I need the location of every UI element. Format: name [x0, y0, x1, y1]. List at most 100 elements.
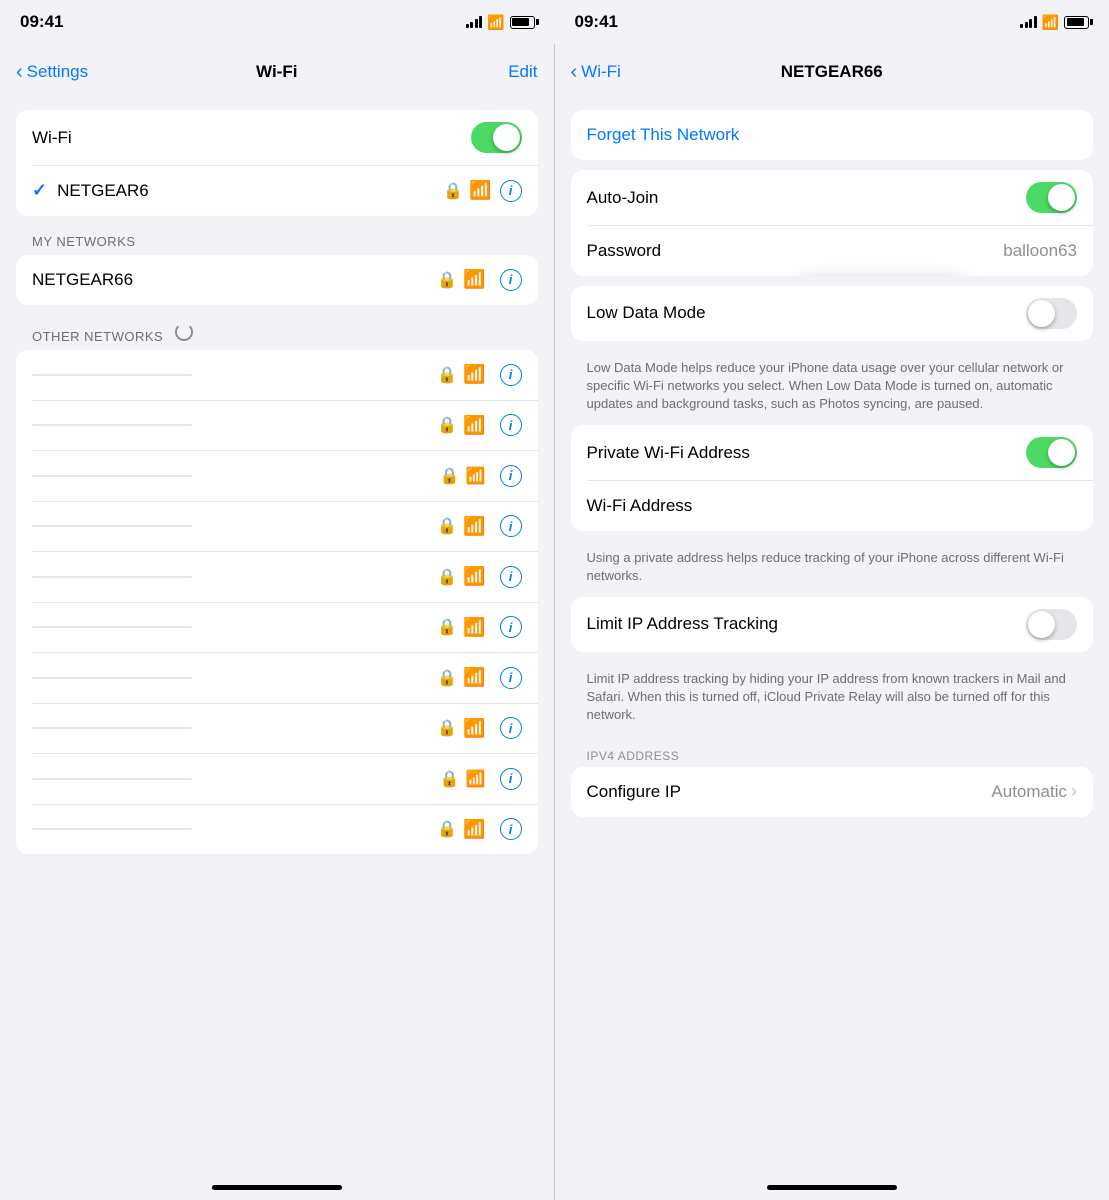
info-icon-8[interactable]: i [500, 616, 522, 638]
lock-icon-3: 🔒 [437, 365, 457, 385]
right-time: 09:41 [575, 12, 618, 32]
auto-join-card: Auto-Join Copy Speak Password balloon63 [571, 170, 1094, 276]
right-status-icons: 📶 [1020, 14, 1089, 31]
my-network-row[interactable]: NETGEAR66 🔒 📶 i [16, 255, 538, 305]
network-icons-12: 🔒 📶 i [431, 818, 521, 840]
low-data-toggle[interactable] [1026, 298, 1077, 329]
other-network-row[interactable]: 🔒 📶 i [16, 552, 538, 602]
network-icons-11: 🔒 📶 i [434, 768, 522, 790]
right-bottom-bar [555, 1175, 1109, 1200]
configure-ip-value: Automatic [991, 782, 1067, 802]
wifi-toggle[interactable] [471, 122, 522, 153]
right-status: 09:41 📶 [555, 0, 1109, 44]
bar1 [466, 24, 469, 28]
private-wifi-label: Private Wi-Fi Address [587, 443, 750, 463]
password-row[interactable]: Password balloon63 [571, 226, 1094, 276]
wifi-toggle-card: Wi-Fi ✓ NETGEAR6 🔒 📶 i [16, 110, 538, 216]
signal-bars [466, 16, 483, 28]
info-icon-10[interactable]: i [500, 717, 522, 739]
lock-icon-8: 🔒 [437, 617, 457, 637]
other-network-row[interactable]: 🔒 📶 i [16, 653, 538, 703]
info-icon-5[interactable]: i [500, 465, 522, 487]
other-network-row[interactable]: 🔒 📶 i [16, 703, 538, 753]
network-icons: 🔒 📶 i [431, 269, 521, 291]
wifi-row: Wi-Fi [16, 110, 538, 165]
configure-ip-row[interactable]: Configure IP Automatic › [571, 767, 1094, 817]
my-networks-label: MY NETWORKS [16, 226, 538, 255]
network-icons-8: 🔒 📶 i [431, 616, 521, 638]
info-icon-3[interactable]: i [500, 364, 522, 386]
info-icon-7[interactable]: i [500, 566, 522, 588]
info-icon-9[interactable]: i [500, 667, 522, 689]
other-networks-card: 🔒 📶 i 🔒 📶 i [16, 350, 538, 855]
forget-network-row[interactable]: Forget This Network [571, 110, 1094, 160]
my-network-name: NETGEAR66 [32, 270, 431, 290]
connected-network-row[interactable]: ✓ NETGEAR6 🔒 📶 i [16, 166, 538, 216]
battery-fill [512, 18, 529, 26]
wifi-icon-6: 📶 [463, 516, 485, 537]
toggle-thumb [493, 124, 520, 151]
back-chevron-icon: ‹ [16, 61, 23, 84]
auto-join-toggle[interactable] [1026, 182, 1077, 213]
settings-back-button[interactable]: ‹ Settings [16, 61, 88, 84]
panels: ‹ Settings Wi-Fi Edit Wi-Fi ✓ NETGEAR6 [0, 44, 1109, 1200]
configure-ip-card: Configure IP Automatic › [571, 767, 1094, 817]
left-status-icons: 📶 [466, 14, 535, 31]
password-label: Password [587, 241, 662, 261]
left-content: Wi-Fi ✓ NETGEAR6 🔒 📶 i MY NETWORKS [0, 100, 554, 1175]
other-network-row[interactable]: 🔒 📶 i [16, 804, 538, 854]
other-network-row[interactable]: 🔒 📶 i [16, 400, 538, 450]
battery-icon [510, 16, 535, 29]
wifi-address-description: Using a private address helps reduce tra… [571, 541, 1094, 597]
connected-network-name: NETGEAR6 [57, 181, 437, 201]
forget-network-label: Forget This Network [587, 125, 1078, 145]
info-icon[interactable]: i [500, 180, 522, 202]
low-data-label: Low Data Mode [587, 303, 706, 323]
auto-join-label: Auto-Join [587, 188, 659, 208]
info-icon-12[interactable]: i [500, 818, 522, 840]
edit-button[interactable]: Edit [508, 62, 537, 82]
other-network-row[interactable]: 🔒 📶 i [16, 350, 538, 400]
network-name-placeholder [32, 576, 192, 578]
wifi-back-button[interactable]: ‹ Wi-Fi [571, 61, 621, 84]
bar3 [1029, 19, 1032, 28]
left-bottom-bar [0, 1175, 554, 1200]
other-network-row[interactable]: 🔒 📶 i [16, 451, 538, 501]
private-wifi-thumb [1048, 439, 1075, 466]
right-battery-fill [1067, 18, 1084, 26]
forget-network-card: Forget This Network [571, 110, 1094, 160]
limit-ip-toggle[interactable] [1026, 609, 1077, 640]
network-icons-7: 🔒 📶 i [431, 566, 521, 588]
limit-ip-label: Limit IP Address Tracking [587, 614, 779, 634]
network-icons-10: 🔒 📶 i [431, 717, 521, 739]
other-networks-label: OTHER NETWORKS [16, 315, 538, 350]
other-network-row[interactable]: 🔒 📶 i [16, 754, 538, 804]
info-icon-6[interactable]: i [500, 515, 522, 537]
left-panel: ‹ Settings Wi-Fi Edit Wi-Fi ✓ NETGEAR6 [0, 44, 555, 1200]
private-wifi-row: Private Wi-Fi Address [571, 425, 1094, 480]
wifi-icon-10: 📶 [463, 718, 485, 739]
network-name-placeholder [32, 525, 192, 527]
wifi-icon-4: 📶 [463, 415, 485, 436]
info-icon-4[interactable]: i [500, 414, 522, 436]
right-panel: ‹ Wi-Fi NETGEAR66 Forget This Network Au… [555, 44, 1109, 1200]
lock-icon-4: 🔒 [437, 415, 457, 435]
lock-icon-10: 🔒 [437, 718, 457, 738]
limit-ip-card: Limit IP Address Tracking [571, 597, 1094, 652]
lock-icon-11: 🔒 [440, 769, 460, 789]
wifi-address-row: Wi-Fi Address [571, 481, 1094, 531]
private-wifi-toggle[interactable] [1026, 437, 1077, 468]
bar4 [479, 16, 482, 28]
right-back-label: Wi-Fi [581, 62, 621, 82]
private-wifi-card: Private Wi-Fi Address Wi-Fi Address [571, 425, 1094, 531]
other-network-row[interactable]: 🔒 📶 i [16, 602, 538, 652]
network-name-placeholder [32, 778, 192, 780]
lock-icon-7: 🔒 [437, 567, 457, 587]
other-network-row[interactable]: 🔒 📶 i [16, 501, 538, 551]
info-icon-11[interactable]: i [500, 768, 522, 790]
wifi-icon-12: 📶 [463, 819, 485, 840]
my-networks-card: NETGEAR66 🔒 📶 i [16, 255, 538, 305]
info-icon-2[interactable]: i [500, 269, 522, 291]
wifi-icon-5: 📶 [466, 466, 486, 486]
network-name-placeholder [32, 828, 192, 830]
